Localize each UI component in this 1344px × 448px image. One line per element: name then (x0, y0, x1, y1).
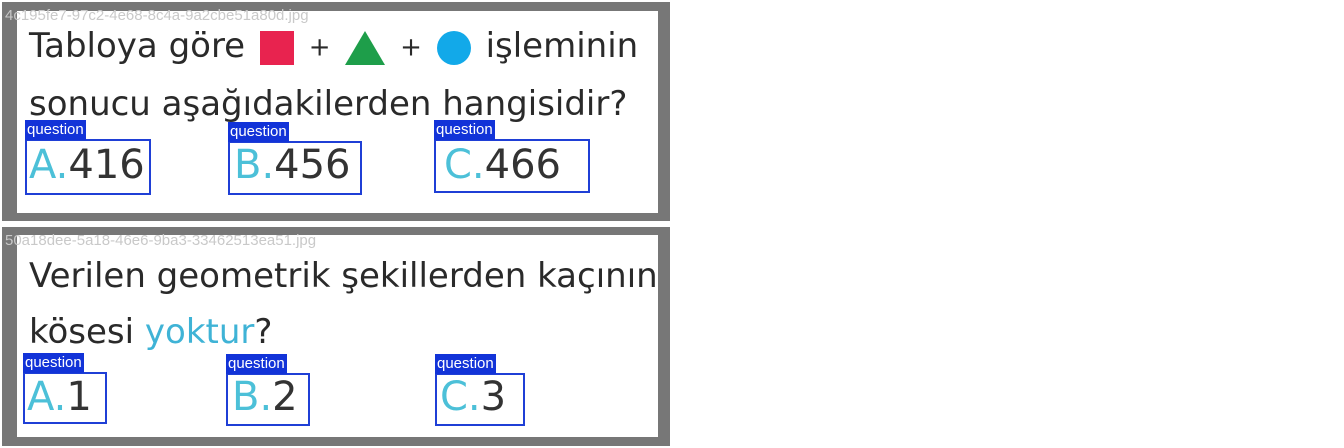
red-square-icon (259, 30, 294, 65)
question-text: kösesi (29, 312, 135, 352)
sample-panel-2: 50a18dee-5a18-46e6-9ba3-33462513ea51.jpg… (2, 227, 670, 446)
question-bounding-box[interactable]: question (23, 353, 107, 424)
annotation-label: question (434, 120, 495, 140)
question-accent-text: yoktur (144, 312, 255, 352)
question-bounding-box[interactable]: question (435, 354, 525, 426)
annotation-label: question (226, 354, 287, 374)
question-bounding-box[interactable]: question (226, 354, 310, 426)
image-filename: 4c195fe7-97c2-4e68-8c4a-9a2cbe51a80d.jpg (5, 7, 309, 24)
blue-circle-icon (436, 30, 471, 65)
question-text: ? (254, 312, 273, 352)
question-line-2: kösesi yoktur? (29, 315, 272, 349)
green-triangle-icon (345, 30, 386, 65)
question-line-1: Verilen geometrik şekillerden kaçının (29, 256, 658, 296)
annotation-label: question (435, 354, 496, 374)
question-text: Tabloya göre (29, 26, 246, 66)
annotation-label: question (25, 120, 86, 140)
annotation-label: question (228, 122, 289, 142)
question-card: Verilen geometrik şekillerden kaçının kö… (17, 235, 658, 437)
image-filename: 50a18dee-5a18-46e6-9ba3-33462513ea51.jpg (5, 232, 317, 249)
question-bounding-box[interactable]: question (228, 122, 362, 195)
question-line-2: sonucu aşağıdakilerden hangisidir? (29, 84, 628, 124)
question-text: işleminin (485, 26, 639, 66)
question-line-1: Tabloya göre + + işleminin (29, 29, 638, 65)
sample-panel-1: 4c195fe7-97c2-4e68-8c4a-9a2cbe51a80d.jpg… (2, 2, 670, 221)
plus-sign: + (400, 32, 422, 63)
question-bounding-box[interactable]: question (25, 120, 151, 195)
question-bounding-box[interactable]: question (434, 120, 590, 193)
annotation-label: question (23, 353, 84, 373)
plus-sign: + (308, 32, 331, 63)
